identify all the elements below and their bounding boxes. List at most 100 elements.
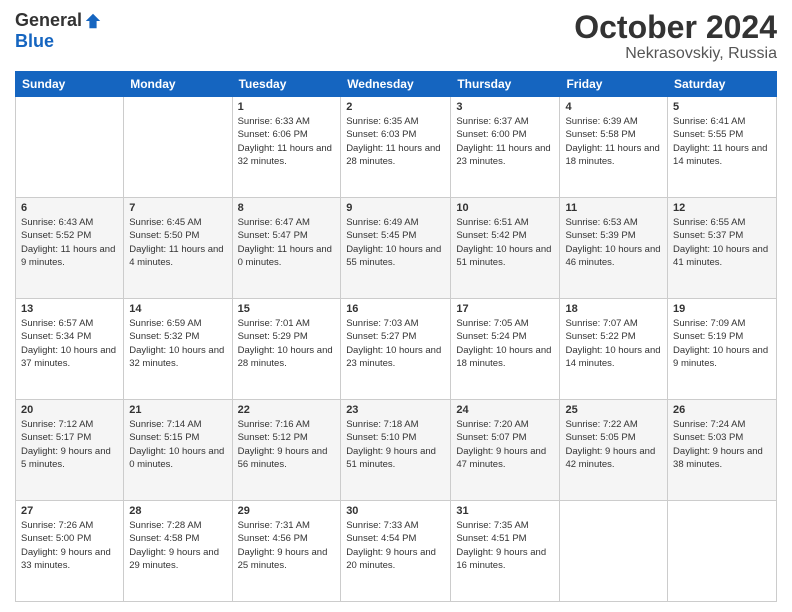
day-number: 5 [673, 101, 771, 113]
day-cell: 22Sunrise: 7:16 AMSunset: 5:12 PMDayligh… [232, 400, 341, 501]
day-info: Sunrise: 7:01 AMSunset: 5:29 PMDaylight:… [238, 317, 336, 370]
logo-blue: Blue [15, 31, 54, 52]
day-number: 2 [346, 101, 445, 113]
day-cell: 15Sunrise: 7:01 AMSunset: 5:29 PMDayligh… [232, 299, 341, 400]
day-number: 19 [673, 303, 771, 315]
day-cell: 14 Sunrise: 6:59 AMSunset: 5:32 PMDayligh… [124, 299, 232, 400]
day-cell: 12 Sunrise: 6:55 AMSunset: 5:37 PMDayligh… [668, 198, 777, 299]
day-info: Sunrise: 7:22 AMSunset: 5:05 PMDaylight:… [565, 418, 662, 471]
day-cell: 29Sunrise: 7:31 AMSunset: 4:56 PMDayligh… [232, 501, 341, 602]
day-number: 27 [21, 505, 118, 517]
title-block: October 2024 Nekrasovskiy, Russia [574, 10, 777, 63]
day-cell: 30 Sunrise: 7:33 AMSunset: 4:54 PMDayligh… [341, 501, 451, 602]
weekday-header-friday: Friday [560, 72, 668, 97]
month-title: October 2024 [574, 10, 777, 45]
day-cell: 5Sunrise: 6:41 AMSunset: 5:55 PMDaylight… [668, 97, 777, 198]
day-info: Sunrise: 6:59 AMSunset: 5:32 PMDaylight:… [129, 317, 226, 370]
day-number: 18 [565, 303, 662, 315]
day-cell [668, 501, 777, 602]
week-row-0: 1 Sunrise: 6:33 AMSunset: 6:06 PMDaylight… [16, 97, 777, 198]
day-cell: 26 Sunrise: 7:24 AMSunset: 5:03 PMDayligh… [668, 400, 777, 501]
day-cell: 6 Sunrise: 6:43 AMSunset: 5:52 PMDaylight… [16, 198, 124, 299]
day-cell: 24 Sunrise: 7:20 AMSunset: 5:07 PMDayligh… [451, 400, 560, 501]
day-info: Sunrise: 7:09 AMSunset: 5:19 PMDaylight:… [673, 317, 771, 370]
day-number: 10 [456, 202, 554, 214]
day-number: 30 [346, 505, 445, 517]
day-info: Sunrise: 7:24 AMSunset: 5:03 PMDaylight:… [673, 418, 771, 471]
day-info: Sunrise: 6:37 AMSunset: 6:00 PMDaylight:… [456, 115, 554, 168]
day-info: Sunrise: 7:28 AMSunset: 4:58 PMDaylight:… [129, 519, 226, 572]
week-row-1: 6 Sunrise: 6:43 AMSunset: 5:52 PMDaylight… [16, 198, 777, 299]
day-cell: 17 Sunrise: 7:05 AMSunset: 5:24 PMDayligh… [451, 299, 560, 400]
day-info: Sunrise: 7:20 AMSunset: 5:07 PMDaylight:… [456, 418, 554, 471]
day-number: 20 [21, 404, 118, 416]
day-number: 6 [21, 202, 118, 214]
day-number: 8 [238, 202, 336, 214]
day-info: Sunrise: 7:05 AMSunset: 5:24 PMDaylight:… [456, 317, 554, 370]
day-number: 16 [346, 303, 445, 315]
day-number: 22 [238, 404, 336, 416]
day-info: Sunrise: 6:33 AMSunset: 6:06 PMDaylight:… [238, 115, 336, 168]
day-number: 14 [129, 303, 226, 315]
day-number: 24 [456, 404, 554, 416]
day-number: 25 [565, 404, 662, 416]
day-cell: 10 Sunrise: 6:51 AMSunset: 5:42 PMDayligh… [451, 198, 560, 299]
day-info: Sunrise: 6:47 AMSunset: 5:47 PMDaylight:… [238, 216, 336, 269]
header: General Blue October 2024 Nekrasovskiy, … [15, 10, 777, 63]
week-row-4: 27 Sunrise: 7:26 AMSunset: 5:00 PMDayligh… [16, 501, 777, 602]
day-info: Sunrise: 7:14 AMSunset: 5:15 PMDaylight:… [129, 418, 226, 471]
day-cell: 16 Sunrise: 7:03 AMSunset: 5:27 PMDayligh… [341, 299, 451, 400]
day-cell [16, 97, 124, 198]
day-number: 23 [346, 404, 445, 416]
day-info: Sunrise: 7:03 AMSunset: 5:27 PMDaylight:… [346, 317, 445, 370]
day-cell: 18 Sunrise: 7:07 AMSunset: 5:22 PMDayligh… [560, 299, 668, 400]
day-cell: 11Sunrise: 6:53 AMSunset: 5:39 PMDayligh… [560, 198, 668, 299]
day-info: Sunrise: 7:33 AMSunset: 4:54 PMDaylight:… [346, 519, 445, 572]
day-info: Sunrise: 6:51 AMSunset: 5:42 PMDaylight:… [456, 216, 554, 269]
weekday-header-thursday: Thursday [451, 72, 560, 97]
day-info: Sunrise: 6:35 AMSunset: 6:03 PMDaylight:… [346, 115, 445, 168]
day-cell: 8 Sunrise: 6:47 AMSunset: 5:47 PMDaylight… [232, 198, 341, 299]
day-info: Sunrise: 6:43 AMSunset: 5:52 PMDaylight:… [21, 216, 118, 269]
day-info: Sunrise: 7:07 AMSunset: 5:22 PMDaylight:… [565, 317, 662, 370]
day-info: Sunrise: 6:55 AMSunset: 5:37 PMDaylight:… [673, 216, 771, 269]
location: Nekrasovskiy, Russia [574, 45, 777, 63]
day-cell [560, 501, 668, 602]
day-cell: 13Sunrise: 6:57 AMSunset: 5:34 PMDayligh… [16, 299, 124, 400]
logo-general: General [15, 10, 82, 31]
day-info: Sunrise: 7:35 AMSunset: 4:51 PMDaylight:… [456, 519, 554, 572]
day-cell: 25 Sunrise: 7:22 AMSunset: 5:05 PMDayligh… [560, 400, 668, 501]
day-number: 26 [673, 404, 771, 416]
day-number: 12 [673, 202, 771, 214]
day-number: 4 [565, 101, 662, 113]
weekday-header-row: SundayMondayTuesdayWednesdayThursdayFrid… [16, 72, 777, 97]
weekday-header-monday: Monday [124, 72, 232, 97]
day-number: 7 [129, 202, 226, 214]
day-info: Sunrise: 7:26 AMSunset: 5:00 PMDaylight:… [21, 519, 118, 572]
page: General Blue October 2024 Nekrasovskiy, … [0, 0, 792, 612]
day-info: Sunrise: 6:49 AMSunset: 5:45 PMDaylight:… [346, 216, 445, 269]
weekday-header-tuesday: Tuesday [232, 72, 341, 97]
day-cell: 3 Sunrise: 6:37 AMSunset: 6:00 PMDaylight… [451, 97, 560, 198]
day-cell: 31 Sunrise: 7:35 AMSunset: 4:51 PMDayligh… [451, 501, 560, 602]
day-info: Sunrise: 6:39 AMSunset: 5:58 PMDaylight:… [565, 115, 662, 168]
calendar-table: SundayMondayTuesdayWednesdayThursdayFrid… [15, 71, 777, 602]
logo: General Blue [15, 10, 102, 52]
day-number: 9 [346, 202, 445, 214]
day-info: Sunrise: 6:45 AMSunset: 5:50 PMDaylight:… [129, 216, 226, 269]
day-cell: 7 Sunrise: 6:45 AMSunset: 5:50 PMDaylight… [124, 198, 232, 299]
day-cell: 23Sunrise: 7:18 AMSunset: 5:10 PMDayligh… [341, 400, 451, 501]
weekday-header-sunday: Sunday [16, 72, 124, 97]
weekday-header-wednesday: Wednesday [341, 72, 451, 97]
day-cell [124, 97, 232, 198]
day-number: 31 [456, 505, 554, 517]
day-number: 17 [456, 303, 554, 315]
week-row-3: 20Sunrise: 7:12 AMSunset: 5:17 PMDayligh… [16, 400, 777, 501]
day-cell: 28Sunrise: 7:28 AMSunset: 4:58 PMDayligh… [124, 501, 232, 602]
weekday-header-saturday: Saturday [668, 72, 777, 97]
day-number: 21 [129, 404, 226, 416]
day-number: 3 [456, 101, 554, 113]
day-cell: 19 Sunrise: 7:09 AMSunset: 5:19 PMDayligh… [668, 299, 777, 400]
day-number: 1 [238, 101, 336, 113]
day-cell: 9 Sunrise: 6:49 AMSunset: 5:45 PMDaylight… [341, 198, 451, 299]
